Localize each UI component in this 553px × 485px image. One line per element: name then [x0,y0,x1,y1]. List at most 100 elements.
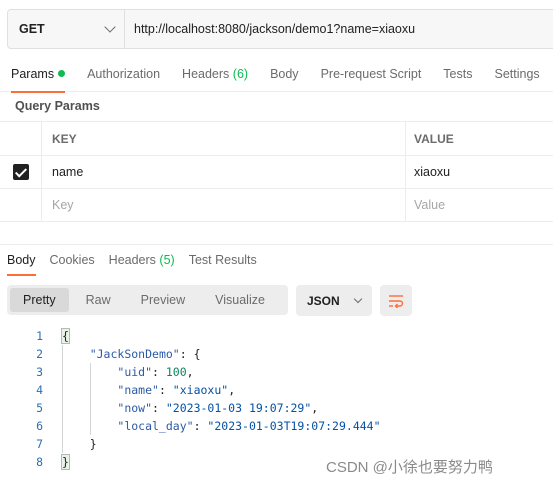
json-key: "now" [117,401,153,415]
wrap-lines-icon [389,294,404,308]
line-number: 5 [36,401,43,415]
line-number: 3 [36,365,43,379]
tab-headers-label: Headers [182,67,230,81]
indent-guide [90,381,91,399]
format-label: JSON [307,293,340,308]
code-line: 7 } [0,435,553,453]
new-value-input[interactable]: Value [406,189,553,221]
indent-guide [62,435,63,453]
request-url-bar: GET http://localhost:8080/jackson/demo1?… [7,9,553,49]
method-select[interactable]: GET [8,10,125,48]
tab-pre-request-script[interactable]: Pre-request Script [310,58,433,92]
json-root-key: "JackSonDemo" [89,347,180,361]
line-number: 8 [36,455,43,469]
code-line: 2 "JackSonDemo": { [0,345,553,363]
response-tabs: Body Cookies Headers (5) Test Results [0,248,264,276]
json-value: "2023-01-03 19:07:29" [165,401,312,415]
json-key: "uid" [117,365,153,379]
format-select[interactable]: JSON [296,285,372,316]
json-value: "2023-01-03T19:07:29.444" [207,419,381,433]
open-brace: { [61,328,70,344]
tab-params[interactable]: Params [0,58,76,93]
param-key-input[interactable]: name [42,156,406,188]
tab-tests[interactable]: Tests [432,58,483,92]
response-tab-test-results-label: Test Results [188,253,257,267]
response-tab-body[interactable]: Body [0,248,43,276]
tab-params-label: Params [11,67,55,81]
query-params-title: Query Params [15,99,100,113]
code-text: } [43,435,97,453]
json-key: "local_day" [117,419,194,433]
line-number: 1 [36,329,43,343]
code-line: 1 { [0,327,553,345]
json-value: "xiaoxu" [172,383,229,397]
view-visualize-button[interactable]: Visualize [202,288,278,312]
tab-settings[interactable]: Settings [483,58,550,92]
param-value-input[interactable]: xiaoxu [406,156,553,188]
watermark: CSDN @小徐也要努力鸭 [326,459,493,476]
green-dot-icon [58,70,66,77]
indent-guide [62,417,63,435]
indent-guide [90,417,91,435]
tab-headers[interactable]: Headers (6) [171,58,259,92]
response-headers-count: (5) [159,253,175,267]
view-preview-button[interactable]: Preview [128,288,198,312]
indent-guide [62,381,63,399]
param-row: name xiaoxu [0,156,553,189]
tab-settings-label: Settings [494,67,540,81]
line-number: 6 [36,419,43,433]
url-input[interactable]: http://localhost:8080/jackson/demo1?name… [125,10,415,48]
code-text: { [43,327,70,345]
json-key: "name" [117,383,159,397]
code-text: "name": "xiaoxu", [43,381,235,399]
param-check-cell [0,156,42,188]
tab-body-label: Body [270,67,299,81]
view-pretty-button[interactable]: Pretty [10,288,69,312]
line-number: 2 [36,347,43,361]
chevron-down-icon [353,294,362,303]
param-new-row: Key Value [0,189,553,222]
json-value: 100 [165,365,187,379]
view-mode-group: Pretty Raw Preview Visualize [7,285,288,315]
line-number: 7 [36,437,43,451]
checkbox-checked-icon[interactable] [12,164,29,180]
tab-tests-label: Tests [443,67,473,81]
request-tabs: Params Authorization Headers (6) Body Pr… [0,58,553,93]
code-line: 6 "local_day": "2023-01-03T19:07:29.444" [0,417,553,435]
indent-guide [62,399,63,417]
code-text: "JackSonDemo": { [43,345,201,363]
new-key-input[interactable]: Key [42,189,406,221]
close-brace: } [61,454,70,470]
method-label: GET [19,22,45,36]
indent-guide [62,345,63,363]
close-brace: } [89,437,97,451]
response-tab-headers-label: Headers [108,253,156,267]
indent-guide [90,363,91,381]
code-line: 5 "now": "2023-01-03 19:07:29", [0,399,553,417]
tab-authorization[interactable]: Authorization [76,58,171,92]
response-tab-cookies[interactable]: Cookies [43,248,102,276]
wrap-lines-button[interactable] [380,285,412,316]
key-column-header: KEY [42,122,406,155]
response-tab-headers[interactable]: Headers (5) [102,248,182,276]
params-header-row: KEY VALUE [0,122,553,156]
view-raw-button[interactable]: Raw [73,288,124,312]
response-divider [0,244,553,245]
line-number: 4 [36,383,43,397]
chevron-down-icon [104,21,116,33]
param-new-check-cell [0,189,42,221]
response-body-viewer[interactable]: 1 { 2 "JackSonDemo": { 3 "uid": 100, 4 "… [0,327,553,471]
response-tab-cookies-label: Cookies [49,253,95,267]
indent-guide [90,399,91,417]
tab-body[interactable]: Body [259,58,310,92]
code-text: "uid": 100, [43,363,194,381]
headers-count: (6) [232,67,249,81]
code-line: 4 "name": "xiaoxu", [0,381,553,399]
response-tab-body-label: Body [7,253,36,267]
tab-authorization-label: Authorization [87,67,161,81]
response-tab-test-results[interactable]: Test Results [182,248,264,276]
query-params-table: KEY VALUE name xiaoxu Key Value [0,121,553,222]
code-text: } [43,453,70,471]
code-text: "now": "2023-01-03 19:07:29", [43,399,318,417]
code-text: "local_day": "2023-01-03T19:07:29.444" [43,417,381,435]
